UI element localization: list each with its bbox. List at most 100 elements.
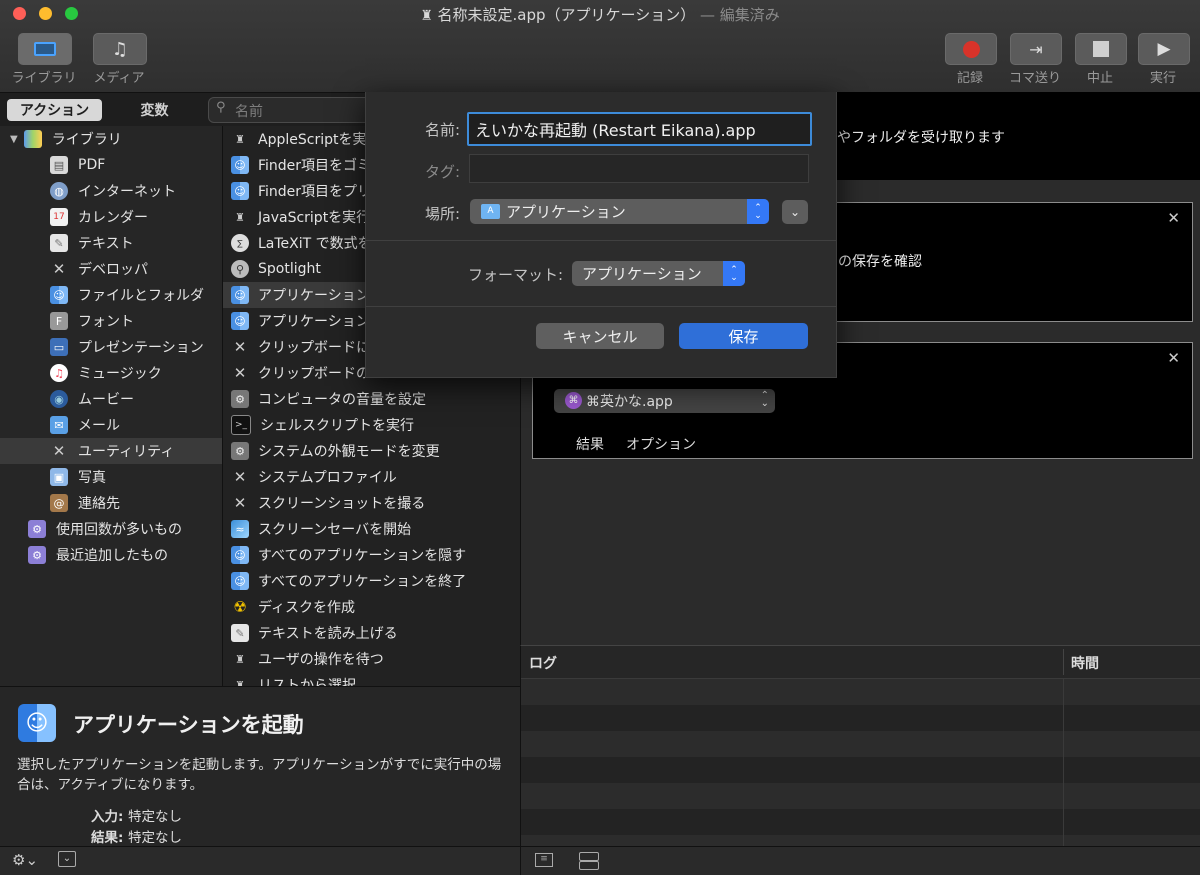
category-label: ムービー	[78, 392, 134, 408]
action-item[interactable]: ✎ テキストを読み上げる	[231, 620, 398, 646]
action-item[interactable]: ✕ クリップボードに	[231, 334, 370, 360]
smart-folder-item[interactable]: ⚙ 最近追加したもの	[0, 542, 250, 568]
action-label: アプリケーション	[258, 314, 370, 330]
library-books-icon	[23, 130, 42, 148]
action-item[interactable]: ☢ ディスクを作成	[231, 594, 355, 620]
action-item[interactable]: ♜ ユーザの操作を待つ	[231, 646, 384, 672]
popup-arrows-icon: ⌃ ⌄	[760, 390, 769, 409]
gear-menu-icon[interactable]: ⚙⌄	[12, 851, 38, 869]
step-button[interactable]: ⇥	[1010, 33, 1062, 65]
time-column-header[interactable]: 時間	[1071, 653, 1099, 673]
smart-folder-item[interactable]: ⚙ 使用回数が多いもの	[0, 516, 250, 542]
cancel-button[interactable]: キャンセル	[536, 323, 664, 349]
log-view-icon[interactable]	[579, 852, 599, 861]
record-button[interactable]	[945, 33, 997, 65]
close-icon[interactable]: ✕	[1167, 349, 1180, 367]
action-block-text: の保存を確認	[838, 254, 922, 270]
script-icon: ♜	[235, 210, 245, 224]
action-label: アプリケーション	[258, 288, 370, 304]
window-title-text: 名称未設定.app（アプリケーション）	[437, 6, 696, 24]
filename-field[interactable]: えいかな再起動 (Restart Eikana).app	[467, 112, 812, 146]
filename-value: えいかな再起動 (Restart Eikana).app	[475, 121, 756, 140]
action-description-panel: ☺ アプリケーションを起動 選択したアプリケーションを起動します。アプリケーショ…	[0, 686, 520, 847]
window-toolbar: ♜ 名称未設定.app（アプリケーション） — 編集済み ライブラリ ♫ メディ…	[0, 0, 1200, 93]
library-root-item[interactable]: ▼ ライブラリ	[0, 126, 232, 152]
run-button[interactable]: ▶	[1138, 33, 1190, 65]
log-column-header[interactable]: ログ	[529, 653, 557, 673]
action-item[interactable]: ☺ すべてのアプリケーションを終了	[231, 568, 466, 594]
window-title: ♜ 名称未設定.app（アプリケーション） — 編集済み	[0, 4, 1200, 25]
action-item[interactable]: ⚲ Spotlight	[231, 256, 321, 282]
category-label: 連絡先	[78, 496, 120, 512]
action-item[interactable]: ✕ スクリーンショットを撮る	[231, 490, 426, 516]
action-item[interactable]: ≈ スクリーンセーバを開始	[231, 516, 411, 542]
run-icon: ▶	[1157, 39, 1171, 59]
action-item[interactable]: ☺ Finder項目をゴミ	[231, 152, 371, 178]
format-popup[interactable]: アプリケーション ⌃ ⌄	[572, 261, 745, 286]
category-label: フォント	[78, 314, 134, 330]
format-label: フォーマット:	[467, 266, 563, 284]
action-item[interactable]: ☺ アプリケーション	[231, 308, 370, 334]
tools-icon: ✕	[233, 364, 247, 382]
action-label: リストから選択	[258, 678, 356, 686]
action-label: システムプロファイル	[258, 470, 397, 486]
app-icon: ⌘	[565, 392, 582, 409]
close-icon[interactable]: ✕	[1167, 209, 1180, 227]
photos-icon: ▣	[50, 468, 68, 486]
tab-variables[interactable]: 変数	[107, 99, 202, 121]
action-label: シェルスクリプトを実行	[260, 418, 414, 434]
library-root-label: ライブラリ	[51, 132, 122, 148]
action-item[interactable]: >_ シェルスクリプトを実行	[231, 412, 414, 438]
action-item[interactable]: ♜ AppleScriptを実	[231, 126, 366, 152]
action-label: ユーザの操作を待つ	[258, 652, 384, 668]
utilities-icon: ✕	[52, 442, 66, 460]
media-icon: ♫	[111, 38, 129, 60]
action-label: LaTeXiT で数式を	[258, 236, 372, 252]
divider	[366, 306, 836, 307]
search-field[interactable]: ⚲ 名前	[208, 97, 380, 123]
list-view-icon[interactable]: ≡	[535, 853, 553, 867]
stop-button[interactable]	[1075, 33, 1127, 65]
location-popup[interactable]: A アプリケーション ⌃ ⌄	[470, 199, 769, 224]
action-label: クリップボードの	[258, 366, 370, 382]
action-item[interactable]: ☺ すべてのアプリケーションを隠す	[231, 542, 466, 568]
category-label: プレゼンテーション	[78, 340, 204, 356]
toggle-description-icon[interactable]: ⌄	[58, 851, 76, 867]
action-label: スクリーンショットを撮る	[258, 496, 426, 512]
action-item[interactable]: ☺ Finder項目をプリ	[231, 178, 371, 204]
tags-field[interactable]	[469, 154, 809, 183]
action-item[interactable]: ⚙ システムの外観モードを変更	[231, 438, 440, 464]
font-icon: F	[50, 312, 68, 330]
category-label: テキスト	[78, 236, 134, 252]
save-button[interactable]: 保存	[679, 323, 808, 349]
results-tab[interactable]: 結果	[576, 434, 604, 454]
category-list: ▼ ライブラリ ▤ PDF ◍ インターネット 17 カレンダー ✎ テキスト ✕ デベロ…	[0, 126, 272, 686]
search-icon: ⚲	[216, 100, 226, 115]
expand-dialog-button[interactable]: ⌄	[782, 200, 808, 224]
action-item[interactable]: ♜ リストから選択	[231, 672, 356, 686]
action-item[interactable]: ✕ システムプロファイル	[231, 464, 397, 490]
action-item[interactable]: ✕ クリップボードの	[231, 360, 370, 386]
category-label: カレンダー	[78, 210, 148, 226]
options-tab[interactable]: オプション	[626, 434, 696, 454]
tab-actions[interactable]: アクション	[7, 99, 102, 121]
action-item[interactable]: ⚙ コンピュータの音量を設定	[231, 386, 426, 412]
action-item[interactable]: ♜ JavaScriptを実行	[231, 204, 370, 230]
prefs-icon: ⚙	[231, 442, 249, 460]
library-toggle-button[interactable]	[18, 33, 72, 65]
input-label: 入力:	[91, 809, 124, 825]
action-label: すべてのアプリケーションを終了	[258, 574, 467, 590]
prefs-icon: ⚙	[231, 390, 249, 408]
finder-icon: ☺	[18, 704, 56, 742]
media-label: メディア	[93, 71, 145, 86]
save-sheet: 名前: えいかな再起動 (Restart Eikana).app タグ: 場所:…	[365, 92, 837, 378]
log-panel: ログ 時間	[520, 645, 1200, 847]
mail-icon: ✉	[50, 416, 68, 434]
record-label: 記録	[956, 71, 983, 86]
action-item[interactable]: ∑ LaTeXiT で数式を	[231, 230, 372, 256]
application-popup[interactable]: ⌘ ⌘英かな.app ⌃ ⌄	[554, 389, 775, 413]
divider	[366, 240, 836, 241]
location-popup-value: アプリケーション	[506, 203, 626, 221]
media-button[interactable]: ♫	[93, 33, 147, 65]
calendar-icon: 17	[50, 208, 68, 226]
